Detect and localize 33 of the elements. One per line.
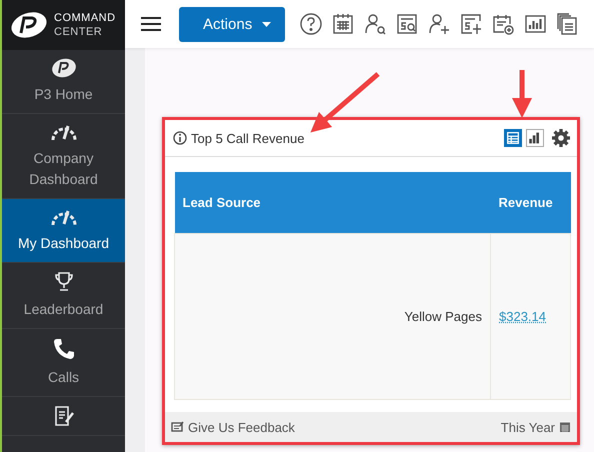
help-icon[interactable]: [299, 12, 324, 36]
widget-title: Top 5 Call Revenue: [191, 130, 306, 146]
calendar-icon[interactable]: [331, 12, 356, 36]
settings-icon[interactable]: [551, 128, 571, 148]
feedback-link[interactable]: Give Us Feedback: [171, 420, 295, 434]
actions-button[interactable]: Actions: [179, 6, 286, 42]
user-search-icon[interactable]: [363, 12, 388, 36]
column-header: Revenue: [490, 172, 570, 234]
table-icon: [505, 130, 521, 146]
period-label: This Year: [500, 420, 555, 434]
caret-icon: [262, 22, 272, 26]
sidebar-item[interactable]: My Dashboard: [2, 199, 125, 263]
calendar-icon[interactable]: [559, 421, 571, 433]
documents-icon[interactable]: [555, 12, 580, 36]
feedback-icon: [171, 421, 184, 433]
add-dollar-icon[interactable]: [459, 12, 484, 36]
notepad-icon: [52, 405, 74, 427]
column-header: Lead Source: [174, 172, 490, 234]
menu-icon[interactable]: [141, 17, 161, 31]
table-view-toggle[interactable]: [504, 129, 522, 147]
calendar-add-icon[interactable]: [491, 12, 516, 36]
phone-icon: [52, 337, 76, 361]
logo-text: CENTER: [54, 25, 104, 39]
table-cell: Yellow Pages: [174, 234, 490, 400]
chart-view-toggle[interactable]: [526, 129, 544, 147]
logo-text: COMMAND: [54, 11, 116, 25]
p3-logo-icon: [10, 10, 48, 40]
trophy-icon: [54, 271, 74, 293]
dollar-search-icon[interactable]: [395, 12, 420, 36]
info-icon: [173, 131, 187, 145]
p3-logo-icon: [50, 58, 76, 78]
add-user-icon[interactable]: [427, 12, 452, 36]
revenue-link[interactable]: $323.14: [499, 309, 546, 324]
